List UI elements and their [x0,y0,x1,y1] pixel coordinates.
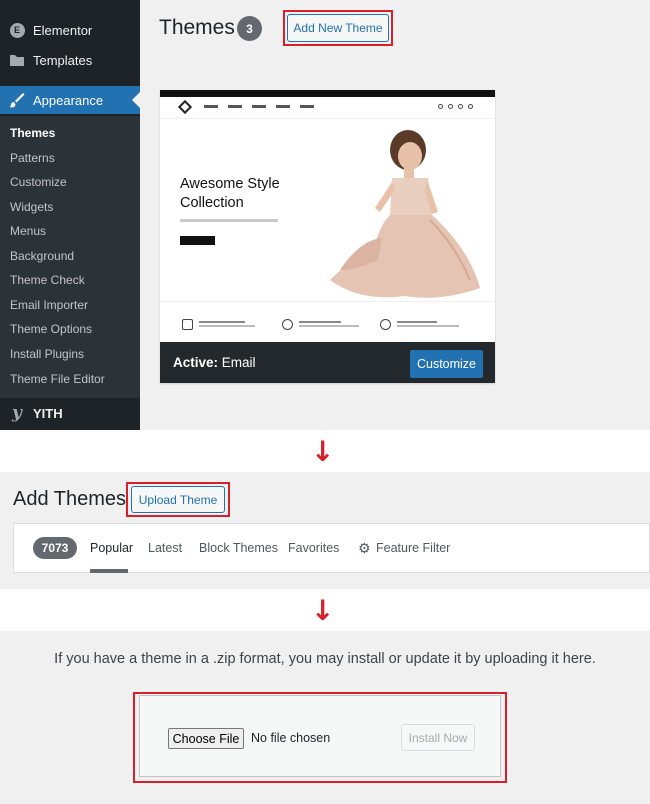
feature-filter-button[interactable]: Feature Filter [376,541,450,555]
theme-count-badge: 3 [237,16,262,41]
gear-icon: ⚙ [358,540,371,556]
hero-model-image [330,130,480,298]
active-theme-label: Active: Email [173,355,256,370]
submenu-email-importer[interactable]: Email Importer [10,298,88,312]
sidebar-item-label: YITH [33,405,63,421]
theme-logo-icon [177,99,193,115]
sidebar-item-elementor[interactable]: E Elementor [0,16,140,44]
theme-preview-features [160,301,495,342]
sidebar-item-label: Appearance [33,92,104,108]
theme-preview-topbar [160,90,495,97]
hero-subtitle-line [180,219,278,222]
hero-title: Awesome Style Collection [180,176,280,211]
add-new-theme-button[interactable]: Add New Theme [287,14,389,42]
folder-icon [9,52,25,68]
sidebar-item-label: Templates [33,52,93,68]
submenu-install-plugins[interactable]: Install Plugins [10,347,84,361]
yith-icon: y [12,403,22,423]
down-arrow-icon: ↓ [311,435,335,468]
customize-button[interactable]: Customize [410,350,483,378]
submenu-themes[interactable]: Themes [10,126,55,140]
submenu-widgets[interactable]: Widgets [10,200,53,214]
submenu-customize[interactable]: Customize [10,175,67,189]
add-themes-panel: Add Themes Upload Theme 7073 Popular Lat… [0,472,650,589]
upload-description: If you have a theme in a .zip format, yo… [54,651,596,667]
upload-theme-panel: If you have a theme in a .zip format, yo… [0,631,650,804]
sidebar-item-appearance[interactable]: Appearance [0,86,140,114]
sidebar-item-templates[interactable]: Templates [0,46,140,74]
submenu-theme-check[interactable]: Theme Check [10,273,85,287]
admin-sidebar: E Elementor Templates Appearance Themes … [0,0,140,430]
active-theme-card[interactable]: Awesome Style Collection Active: Email C… [160,90,495,383]
tab-popular[interactable]: Popular [90,541,133,555]
theme-preview-hero: Awesome Style Collection [160,120,495,301]
paintbrush-icon [9,92,25,108]
themes-screen-panel: E Elementor Templates Appearance Themes … [0,0,650,430]
submenu-patterns[interactable]: Patterns [10,151,55,165]
down-arrow-icon: ↓ [311,594,335,627]
appearance-submenu: Themes Patterns Customize Widgets Menus … [0,116,140,398]
theme-filter-bar: 7073 Popular Latest Block Themes Favorit… [13,523,650,573]
elementor-icon: E [9,22,25,38]
submenu-theme-file-editor[interactable]: Theme File Editor [10,372,105,386]
tab-block-themes[interactable]: Block Themes [199,541,278,555]
tab-favorites[interactable]: Favorites [288,541,339,555]
sidebar-item-label: Elementor [33,22,93,38]
submenu-theme-options[interactable]: Theme Options [10,322,92,336]
active-tab-indicator [90,569,128,573]
upload-form: Choose File No file chosen Install Now [139,695,501,777]
upload-theme-button[interactable]: Upload Theme [131,486,225,513]
page-title: Themes [159,16,235,39]
tab-latest[interactable]: Latest [148,541,182,555]
choose-file-button[interactable]: Choose File [168,728,244,749]
theme-total-badge: 7073 [33,537,77,559]
theme-nav-icons [438,104,473,109]
hero-shop-button [180,236,215,245]
active-theme-footer: Active: Email Customize [160,342,495,383]
sidebar-item-yith[interactable]: y YITH [0,398,140,428]
submenu-menus[interactable]: Menus [10,224,46,238]
file-status-text: No file chosen [251,731,331,745]
add-themes-title: Add Themes [13,488,127,510]
theme-preview-nav [160,97,495,119]
submenu-background[interactable]: Background [10,249,74,263]
install-now-button[interactable]: Install Now [401,724,475,751]
